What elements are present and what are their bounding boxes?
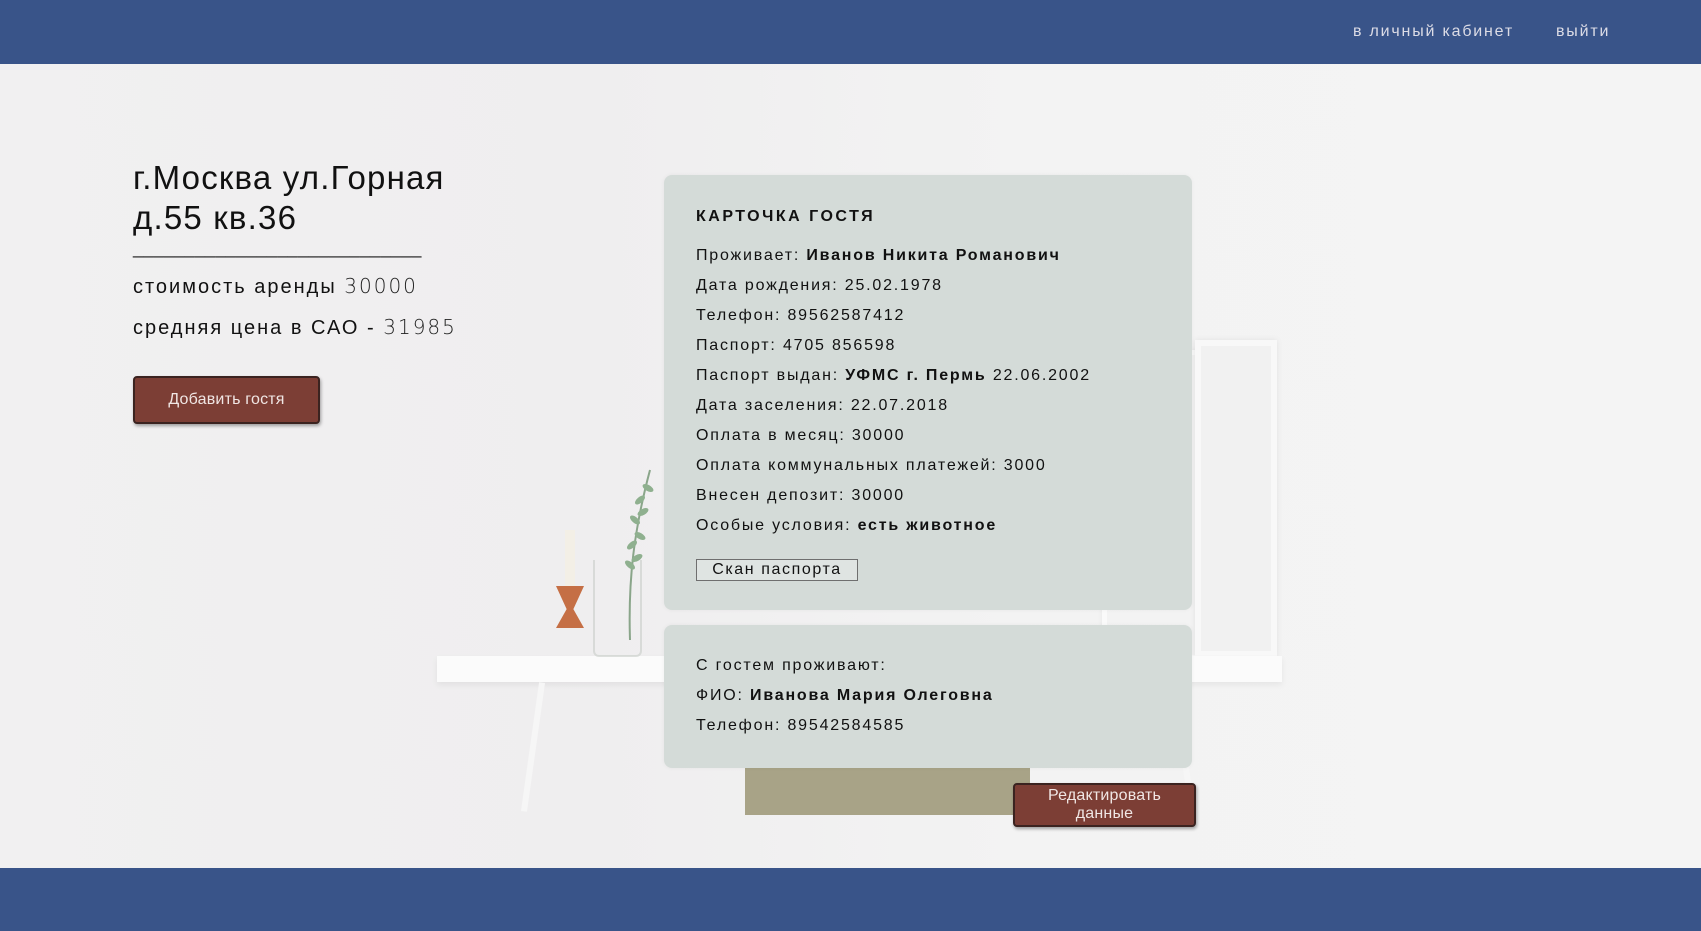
row-value: 22.07.2018 — [850, 397, 949, 414]
guest-card: КАРТОЧКА ГОСТЯ Проживает: Иванов Никита … — [664, 175, 1192, 610]
row-label: Телефон: — [696, 717, 782, 734]
rent-price: стоимость аренды 30000 — [133, 274, 418, 299]
row-label: Оплата коммунальных платежей: — [696, 457, 998, 474]
personal-cabinet-link[interactable]: в личный кабинет — [1353, 23, 1514, 41]
row-label: Проживает: — [696, 247, 801, 264]
footer-bar — [0, 868, 1701, 931]
row-value: 89562587412 — [787, 307, 906, 324]
average-price: средняя цена в САО - 31985 — [133, 315, 457, 340]
row-label: Оплата в месяц: — [696, 427, 846, 444]
row-value: Иванова Мария Олеговна — [750, 687, 994, 704]
address-street: г.Москва ул.Горная — [133, 159, 445, 196]
row-label: Паспорт выдан: — [696, 367, 839, 384]
property-address: г.Москва ул.Горная д.55 кв.36 — [133, 158, 493, 238]
row-label: Особые условия: — [696, 517, 852, 534]
average-price-value: 31985 — [383, 315, 457, 339]
cohabitant-name-row: ФИО: Иванова Мария Олеговна — [696, 687, 994, 705]
row-label: Паспорт: — [696, 337, 777, 354]
rent-label: стоимость аренды — [133, 276, 337, 298]
top-navigation-bar: в личный кабинет выйти — [0, 0, 1701, 64]
add-guest-button[interactable]: Добавить гостя — [133, 376, 320, 424]
row-value: 4705 856598 — [782, 337, 897, 354]
guest-card-title: КАРТОЧКА ГОСТЯ — [696, 208, 876, 225]
logout-link[interactable]: выйти — [1556, 23, 1610, 41]
guest-resident-row: Проживает: Иванов Никита Романович — [696, 247, 1061, 265]
guest-phone-row: Телефон: 89562587412 — [696, 307, 905, 325]
row-value: 30000 — [851, 487, 905, 504]
row-label: Телефон: — [696, 307, 782, 324]
guest-conditions-row: Особые условия: есть животное — [696, 517, 997, 535]
row-label: Дата рождения: — [696, 277, 839, 294]
row-value: 3000 — [1003, 457, 1047, 474]
passport-scan-button[interactable]: Скан паспорта — [696, 559, 858, 581]
guest-checkin-row: Дата заселения: 22.07.2018 — [696, 397, 949, 415]
row-value: 89542584585 — [787, 717, 906, 734]
guest-utilities-row: Оплата коммунальных платежей: 3000 — [696, 457, 1047, 475]
cohabitant-card: С гостем проживают: ФИО: Иванова Мария О… — [664, 625, 1192, 768]
guest-passport-row: Паспорт: 4705 856598 — [696, 337, 896, 355]
edit-data-button[interactable]: Редактировать данные — [1013, 783, 1196, 827]
guest-deposit-row: Внесен депозит: 30000 — [696, 487, 905, 505]
rent-value: 30000 — [344, 274, 418, 298]
row-value: УФМС г. Пермь — [845, 367, 987, 384]
row-date: 22.06.2002 — [992, 367, 1091, 384]
row-value: 30000 — [851, 427, 906, 444]
row-value: есть животное — [857, 517, 998, 534]
row-label: ФИО: — [696, 687, 744, 704]
guest-birthdate-row: Дата рождения: 25.02.1978 — [696, 277, 943, 295]
row-value: Иванов Никита Романович — [806, 247, 1061, 264]
divider: ____________________________ — [133, 238, 422, 258]
plant-illustration — [625, 469, 654, 640]
row-label: Внесен депозит: — [696, 487, 846, 504]
guest-passport-issued-row: Паспорт выдан: УФМС г. Пермь 22.06.2002 — [696, 367, 1091, 385]
address-building: д.55 кв.36 — [133, 199, 298, 236]
cohabitant-phone-row: Телефон: 89542584585 — [696, 717, 905, 735]
cohabitant-heading: С гостем проживают: — [696, 657, 887, 674]
row-label: Дата заселения: — [696, 397, 845, 414]
row-value: 25.02.1978 — [844, 277, 943, 294]
average-price-label: средняя цена в САО - — [133, 317, 376, 339]
guest-monthly-payment-row: Оплата в месяц: 30000 — [696, 427, 905, 445]
